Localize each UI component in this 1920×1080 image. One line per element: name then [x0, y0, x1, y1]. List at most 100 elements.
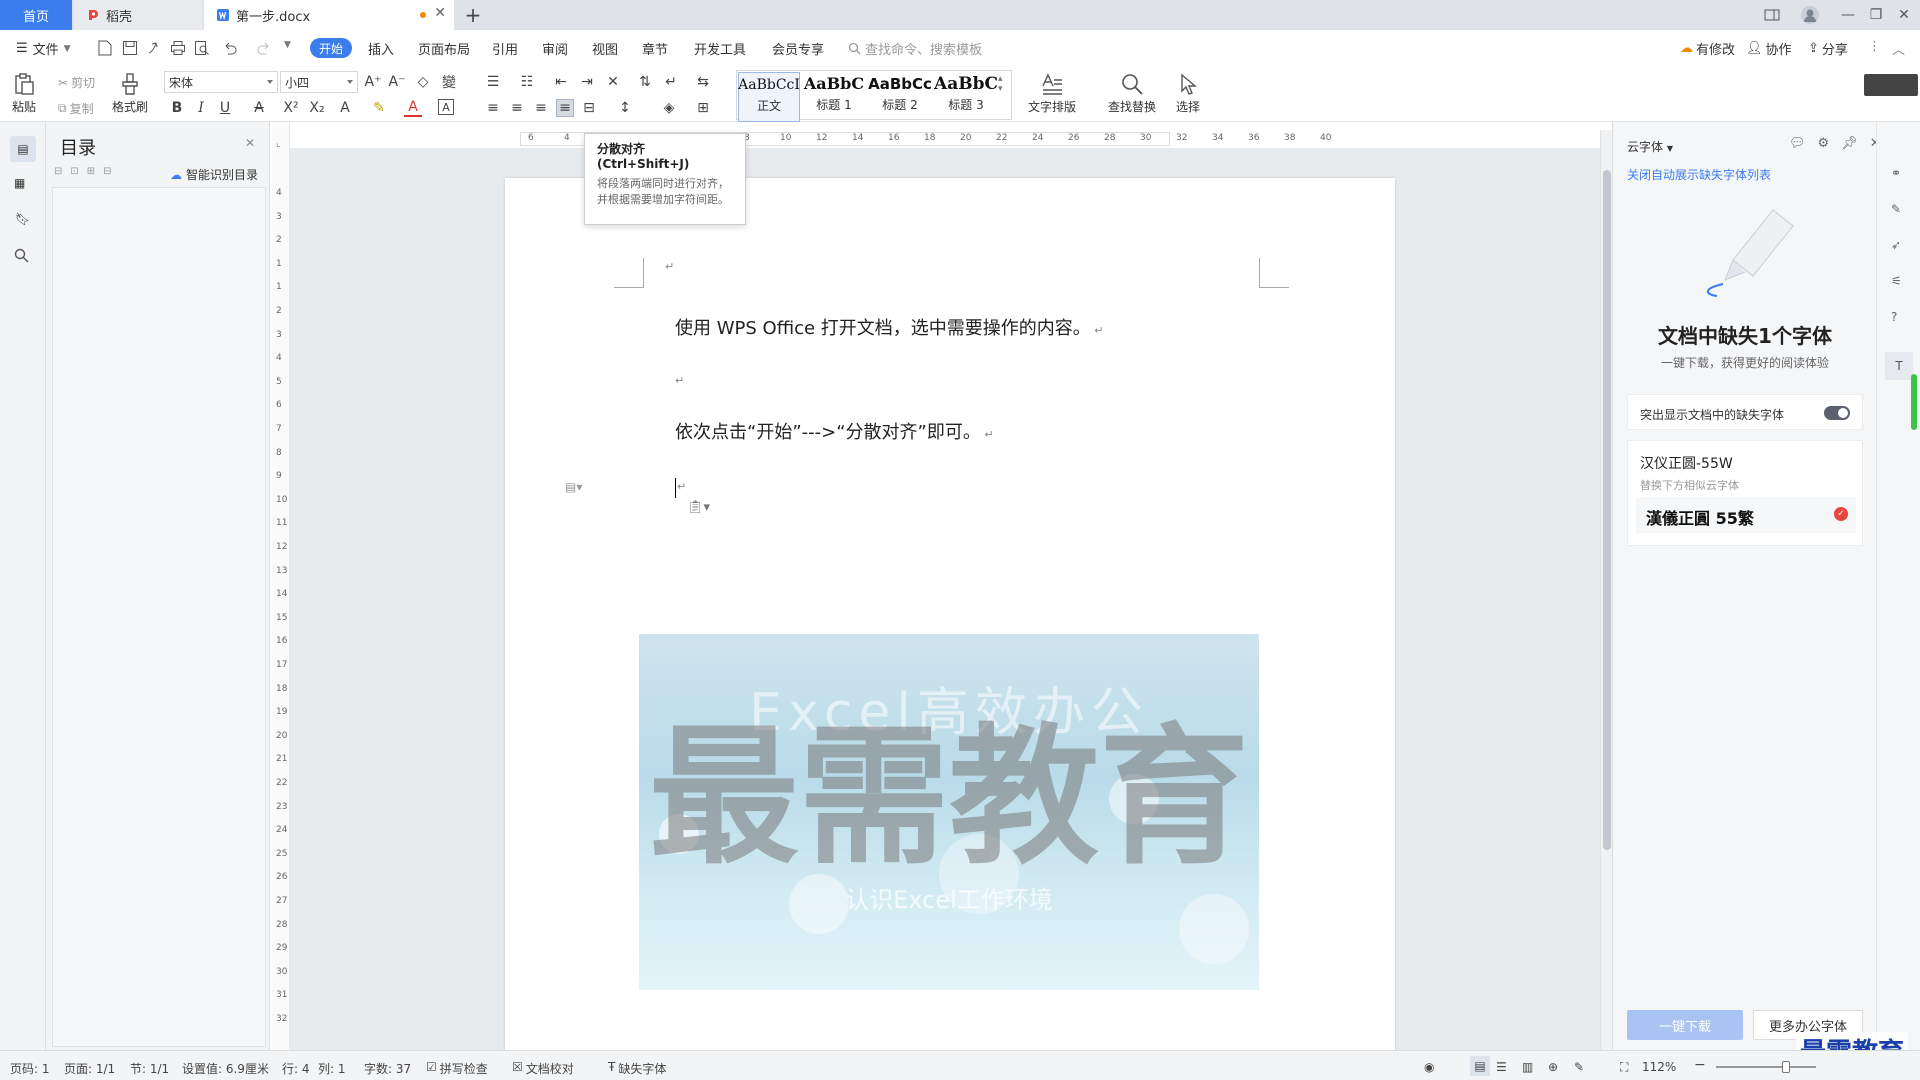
status-page[interactable]: 页码: 1 [10, 1060, 50, 1077]
subscript-icon[interactable]: X₂ [308, 99, 326, 117]
outline-view-icon[interactable]: ☰ [1496, 1060, 1507, 1074]
text-effect-icon[interactable]: A [336, 99, 354, 117]
minimize-icon[interactable]: — [1834, 4, 1862, 26]
settings-icon[interactable]: ⚙ [1818, 136, 1830, 151]
file-menu[interactable]: ☰ 文件 ▼ [16, 39, 71, 58]
zoom-value[interactable]: 112% [1642, 1060, 1676, 1074]
bookmark-icon[interactable]: 🔖︎ [15, 212, 30, 226]
new-doc-icon[interactable] [98, 40, 114, 56]
spell-check-button[interactable]: ☑ 拼写检查 [426, 1060, 488, 1077]
borders-icon[interactable]: ⊞ [694, 99, 712, 117]
toc-nav-icon[interactable]: ▤ [10, 136, 36, 162]
align-center-icon[interactable]: ≡ [508, 99, 526, 117]
share-link-icon[interactable]: ⚭ [1891, 166, 1901, 180]
menu-item-review[interactable]: 审阅 [542, 39, 568, 58]
collapse-ribbon-icon[interactable]: ︿ [1892, 39, 1905, 58]
grow-font-icon[interactable]: A⁺ [364, 73, 382, 91]
style-heading-2[interactable]: AaBbCc 标题 2 [866, 72, 934, 122]
screen-capture-widget[interactable] [1864, 74, 1918, 96]
highlight-icon[interactable]: ✎ [370, 99, 388, 117]
collaborate-button[interactable]: 👤︎ 协作 [1746, 39, 1792, 58]
chapter-nav-icon[interactable]: ▦ [14, 176, 25, 190]
font-size-select[interactable]: 小四 [280, 71, 358, 93]
status-col[interactable]: 列: 1 [318, 1060, 346, 1077]
search-nav-icon[interactable] [14, 248, 29, 263]
web-view-icon[interactable]: ⊕ [1548, 1060, 1558, 1074]
panel-header-dropdown[interactable]: 云字体 ▼ [1627, 138, 1673, 155]
text-layout-button[interactable]: 文字排版 [1028, 72, 1076, 115]
reading-view-icon[interactable]: ▥ [1522, 1060, 1533, 1074]
embedded-image[interactable]: Excel高效办公 最需教育 认识Excel工作环境 [639, 634, 1259, 990]
bold-icon[interactable]: B [168, 99, 186, 117]
remove-icon[interactable]: ⊟ [103, 166, 111, 177]
distributed-align-icon[interactable]: ⊟ [580, 99, 598, 117]
redo-icon[interactable] [256, 40, 272, 56]
superscript-icon[interactable]: X² [282, 99, 300, 117]
menu-item-start[interactable]: 开始 [310, 38, 352, 58]
close-window-icon[interactable]: ✕ [1890, 4, 1918, 26]
style-normal[interactable]: AaBbCcI 正文 [738, 72, 800, 122]
layout-toggle-icon[interactable] [1758, 4, 1786, 26]
style-heading-1[interactable]: AaBbC 标题 1 [802, 72, 866, 122]
close-auto-show-link[interactable]: 关闭自动展示缺失字体列表 [1627, 166, 1771, 183]
tab-daoke[interactable]: 稻壳 [74, 0, 202, 30]
menu-item-chapter[interactable]: 章节 [642, 39, 668, 58]
char-border-icon[interactable]: A [438, 99, 454, 115]
menu-item-page-layout[interactable]: 页面布局 [418, 39, 470, 58]
pointer-icon[interactable]: ➶ [1891, 238, 1901, 252]
menu-item-view[interactable]: 视图 [592, 39, 618, 58]
share-button[interactable]: ⇪ 分享 [1808, 39, 1848, 58]
status-words[interactable]: 字数: 37 [364, 1060, 411, 1077]
tab-home[interactable]: 首页 [0, 0, 72, 30]
menu-item-member[interactable]: 会员专享 [772, 39, 824, 58]
status-row[interactable]: 行: 4 [282, 1060, 310, 1077]
cloud-font-icon[interactable]: T [1885, 352, 1913, 380]
writing-mode-icon[interactable]: ✎ [1574, 1060, 1584, 1074]
has-changes-button[interactable]: ☁ 有修改 [1680, 39, 1735, 58]
gallery-scroll-icon[interactable]: ▴ ▾ [998, 74, 1003, 94]
tab-leader-icon[interactable]: ⇆ [694, 73, 712, 91]
status-setting[interactable]: 设置值: 6.9厘米 [182, 1060, 269, 1077]
page-view-icon[interactable]: ▤ [1470, 1056, 1490, 1076]
replacement-font-option[interactable]: 漢儀正圓 55繁 ✓ [1636, 497, 1856, 533]
align-left-icon[interactable]: ≡ [484, 99, 502, 117]
document-paragraph-2[interactable]: 依次点击“开始”--->“分散对齐”即可。 ↵ [675, 418, 994, 444]
italic-icon[interactable]: I [192, 99, 210, 117]
download-all-button[interactable]: 一键下载 [1627, 1010, 1743, 1040]
more-icon[interactable]: ⋮ [1868, 39, 1881, 54]
close-toc-icon[interactable]: ✕ [245, 136, 255, 150]
vertical-scrollbar[interactable] [1600, 130, 1612, 1050]
style-heading-3[interactable]: AaBbC 标题 3 [934, 72, 998, 122]
bullet-list-icon[interactable]: ☰ [484, 73, 502, 91]
copy-button[interactable]: ⧉ 复制 [58, 100, 94, 117]
restore-icon[interactable]: ❐ [1862, 4, 1890, 26]
smart-toc-button[interactable]: ☁ 智能识别目录 [170, 166, 258, 183]
clear-format-icon[interactable]: ◇ [414, 73, 432, 91]
sort-icon[interactable]: ⇅ [636, 73, 654, 91]
increase-indent-icon[interactable]: ⇥ [578, 73, 596, 91]
chinese-layout-icon[interactable]: ✕ [604, 73, 622, 91]
select-button[interactable]: 选择 [1176, 72, 1200, 115]
chat-icon[interactable]: 💬︎ [1789, 136, 1806, 151]
cut-button[interactable]: ✂ 剪切 [58, 74, 95, 91]
new-tab-button[interactable]: + [460, 2, 486, 28]
document-paragraph-1[interactable]: 使用 WPS Office 打开文档，选中需要操作的内容。 ↵ [675, 314, 1104, 340]
menu-item-references[interactable]: 引用 [492, 39, 518, 58]
decrease-indent-icon[interactable]: ⇤ [552, 73, 570, 91]
strikethrough-icon[interactable]: A [250, 99, 268, 117]
zoom-slider-handle[interactable] [1782, 1061, 1790, 1073]
collapse-icon[interactable]: ⊡ [70, 166, 78, 177]
phonetic-guide-icon[interactable]: 變 [440, 73, 458, 91]
pin-icon[interactable]: 📌︎ [1841, 136, 1858, 151]
scrollbar-thumb[interactable] [1603, 170, 1611, 850]
justify-icon[interactable]: ≡ [556, 99, 574, 117]
adjust-icon[interactable]: ⚟ [1891, 274, 1902, 288]
edit-pen-icon[interactable]: ✎ [1891, 202, 1901, 216]
command-search[interactable]: 查找命令、搜索模板 [848, 39, 982, 58]
underline-icon[interactable]: U [216, 99, 234, 117]
save-icon[interactable] [122, 40, 138, 56]
proofread-button[interactable]: ☒ 文档校对 [512, 1060, 574, 1077]
add-icon[interactable]: ⊞ [87, 166, 95, 177]
undo-icon[interactable] [222, 40, 238, 56]
expand-icon[interactable]: ⊟ [54, 166, 62, 177]
